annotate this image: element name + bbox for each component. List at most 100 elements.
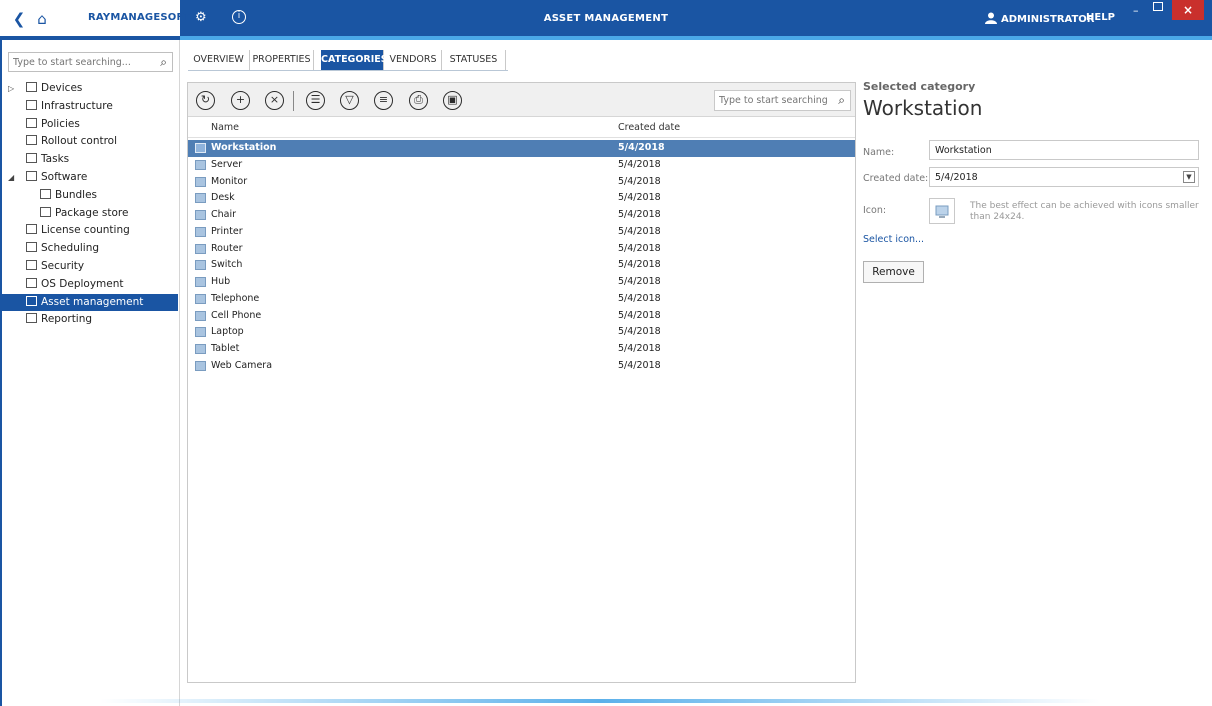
table-row[interactable]: Switch 5/4/2018 — [188, 257, 855, 274]
sidebar-item-label: Asset management — [41, 295, 144, 308]
category-name: Telephone — [211, 292, 260, 304]
table-row[interactable]: Telephone 5/4/2018 — [188, 291, 855, 308]
toolbar-separator — [293, 91, 294, 111]
name-field[interactable] — [930, 141, 1170, 159]
select-icon-link[interactable]: Select icon... — [863, 234, 924, 245]
table-row[interactable]: Workstation 5/4/2018 — [188, 140, 855, 157]
table-row[interactable]: Web Camera 5/4/2018 — [188, 358, 855, 375]
sidebar-item-license-counting[interactable]: License counting — [2, 222, 178, 240]
chevron-down-icon[interactable]: ▼ — [1183, 171, 1195, 183]
search-icon[interactable]: ⌕ — [838, 93, 845, 108]
category-created-date: 5/4/2018 — [618, 242, 661, 254]
filter-icon[interactable]: ▽ — [340, 91, 359, 110]
table-row[interactable]: Chair 5/4/2018 — [188, 207, 855, 224]
category-name: Workstation — [211, 142, 277, 153]
hub-icon — [195, 277, 206, 287]
maximize-button[interactable] — [1153, 2, 1163, 11]
sidebar-item-devices[interactable]: ▷ Devices — [2, 80, 178, 98]
column-header-name[interactable]: Name — [211, 122, 239, 133]
user-menu[interactable]: ADMINISTRATOR — [985, 12, 1095, 25]
sidebar-item-software[interactable]: ◢ Software — [2, 169, 178, 187]
tab-properties[interactable]: PROPERTIES — [250, 50, 314, 70]
expander-icon[interactable]: ◢ — [8, 169, 14, 187]
package-store-icon — [40, 206, 51, 217]
sidebar-item-policies[interactable]: Policies — [2, 116, 178, 134]
print-icon[interactable]: ⎙ — [409, 91, 428, 110]
category-created-date: 5/4/2018 — [618, 276, 661, 287]
created-date-field[interactable] — [930, 168, 1170, 186]
expander-icon[interactable]: ▷ — [8, 80, 14, 98]
tab-vendors[interactable]: VENDORS — [385, 50, 442, 70]
delete-icon[interactable]: × — [265, 91, 284, 110]
category-name: Web Camera — [211, 359, 273, 371]
table-row[interactable]: Hub 5/4/2018 — [188, 274, 855, 291]
category-name: Printer — [211, 225, 243, 237]
categories-panel: ↻ + × ☰ ▽ ≡ ⎙ ▣ ⌕ Name Created date Work… — [187, 82, 856, 683]
grid-search: ⌕ — [714, 90, 851, 111]
group-icon[interactable]: ☰ — [306, 91, 325, 110]
tab-categories[interactable]: CATEGORIES — [321, 50, 388, 70]
title-accent-bar — [0, 36, 1212, 40]
sidebar-item-tasks[interactable]: Tasks — [2, 151, 178, 169]
app-brand: RAYMANAGESOFT — [88, 12, 191, 23]
back-arrow-icon[interactable]: ❮ — [10, 9, 28, 29]
table-row[interactable]: Tablet 5/4/2018 — [188, 341, 855, 358]
title-bar-left-pane: ❮ ⌂ RAYMANAGESOFT — [0, 0, 190, 38]
category-name: Server — [211, 158, 243, 170]
sidebar-item-scheduling[interactable]: Scheduling — [2, 240, 178, 258]
info-icon[interactable]: i — [232, 10, 246, 24]
category-name: Monitor — [211, 175, 248, 187]
category-name: Hub — [211, 276, 231, 287]
column-header-created-date[interactable]: Created date — [618, 122, 680, 133]
devices-icon — [26, 82, 37, 92]
add-icon[interactable]: + — [231, 91, 250, 110]
gear-icon[interactable]: ⚙ — [195, 10, 207, 25]
table-row[interactable]: Cell Phone 5/4/2018 — [188, 308, 855, 325]
home-icon[interactable]: ⌂ — [33, 9, 51, 29]
table-row[interactable]: Laptop 5/4/2018 — [188, 324, 855, 341]
minimize-button[interactable]: – — [1133, 4, 1139, 17]
tasks-icon — [26, 153, 37, 164]
tab-statuses[interactable]: STATUSES — [442, 50, 506, 70]
sidebar-item-asset-management[interactable]: Asset management — [2, 293, 178, 312]
table-row[interactable]: Router 5/4/2018 — [188, 241, 855, 258]
user-name: ADMINISTRATOR — [1001, 14, 1095, 25]
sidebar-item-label: Policies — [41, 117, 80, 130]
user-icon — [985, 12, 997, 24]
table-row[interactable]: Server 5/4/2018 — [188, 157, 855, 174]
windows-icon — [26, 277, 37, 288]
category-name: Desk — [211, 192, 235, 204]
columns-icon[interactable]: ≡ — [374, 91, 393, 110]
icon-hint: The best effect can be achieved with ico… — [970, 201, 1199, 222]
sidebar-item-infrastructure[interactable]: Infrastructure — [2, 98, 178, 116]
detail-caption: Selected category — [863, 80, 976, 93]
table-row[interactable]: Printer 5/4/2018 — [188, 224, 855, 241]
clock-icon — [26, 242, 37, 253]
search-icon[interactable]: ⌕ — [160, 55, 167, 70]
remove-button[interactable]: Remove — [863, 261, 924, 283]
category-created-date: 5/4/2018 — [618, 158, 661, 170]
sidebar-item-rollout-control[interactable]: Rollout control — [2, 133, 178, 151]
sidebar-item-os-deployment[interactable]: OS Deployment — [2, 276, 178, 294]
table-row[interactable]: Desk 5/4/2018 — [188, 190, 855, 207]
table-row[interactable]: Monitor 5/4/2018 — [188, 174, 855, 191]
sidebar-search-input[interactable] — [9, 53, 149, 71]
close-button[interactable]: × — [1172, 0, 1204, 20]
asset-list-icon — [26, 295, 37, 306]
desk-icon — [195, 193, 206, 204]
sidebar-item-bundles[interactable]: Bundles — [2, 187, 178, 205]
sidebar-item-reporting[interactable]: Reporting — [2, 311, 178, 329]
grid-search-input[interactable] — [715, 91, 827, 110]
refresh-icon[interactable]: ↻ — [196, 91, 215, 110]
category-icon-preview[interactable] — [929, 198, 955, 224]
sidebar-item-package-store[interactable]: Package store — [2, 205, 178, 223]
switch-icon — [195, 260, 206, 271]
category-created-date: 5/4/2018 — [618, 359, 661, 371]
save-icon[interactable]: ▣ — [443, 91, 462, 110]
tab-overview[interactable]: OVERVIEW — [188, 50, 250, 70]
sidebar-item-security[interactable]: Security — [2, 258, 178, 276]
help-link[interactable]: HELP — [1086, 12, 1115, 23]
name-label: Name: — [863, 147, 895, 158]
category-name: Cell Phone — [211, 309, 262, 321]
workstation-icon — [195, 143, 206, 153]
